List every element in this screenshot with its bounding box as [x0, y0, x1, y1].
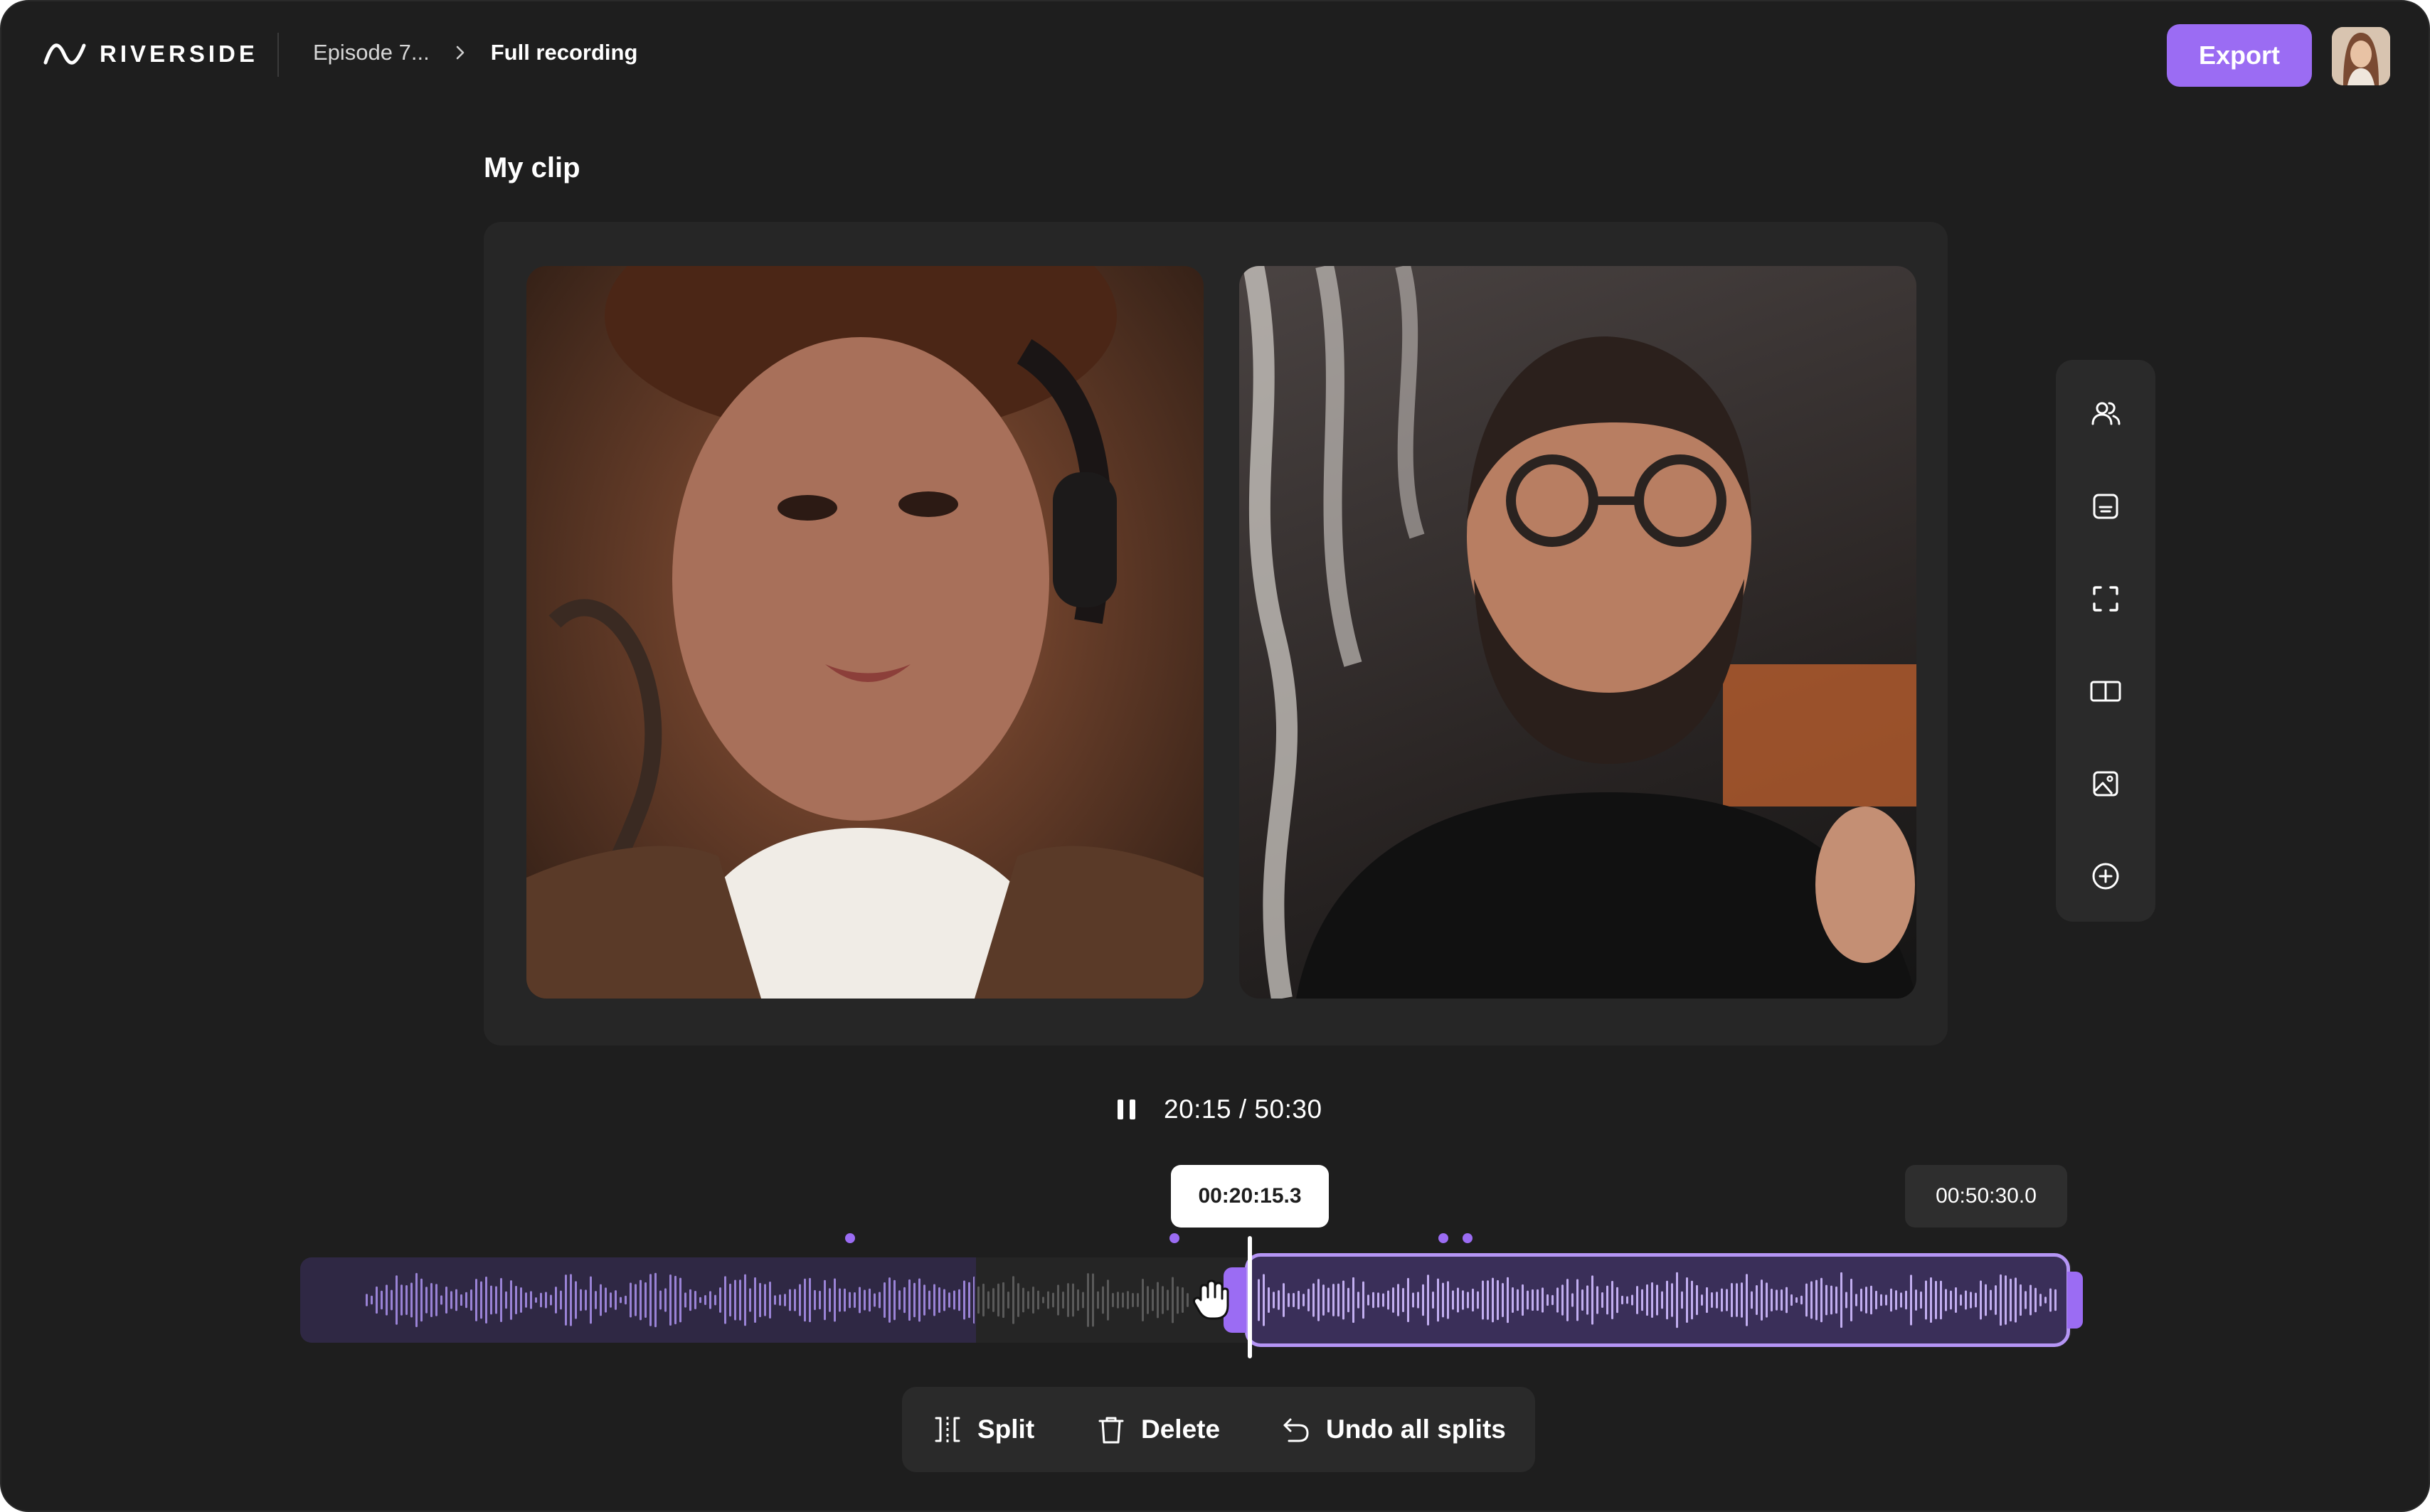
playback-time: 20:15 / 50:30 — [1164, 1095, 1322, 1124]
captions-tool-button[interactable] — [2077, 478, 2134, 535]
breadcrumb-current: Full recording — [490, 40, 638, 65]
participant-video-2[interactable] — [1239, 266, 1916, 999]
grab-cursor-icon — [1191, 1277, 1233, 1323]
undo-icon — [1283, 1418, 1309, 1442]
wave-logo-icon — [43, 43, 86, 65]
participants-tool-button[interactable] — [2077, 385, 2134, 442]
participant-video-1[interactable] — [526, 266, 1204, 999]
app-window: RIVERSIDE Episode 7... Full recording Ex… — [0, 0, 2430, 1512]
audio-waveform-inactive — [977, 1272, 1191, 1329]
pause-button[interactable] — [1111, 1094, 1142, 1125]
participants-icon — [2091, 402, 2121, 425]
layout-tool-button[interactable] — [2077, 663, 2134, 720]
playhead[interactable] — [1248, 1236, 1252, 1358]
captions-icon — [2093, 494, 2118, 519]
timeline-marker[interactable] — [845, 1233, 855, 1243]
brand-name: RIVERSIDE — [100, 41, 258, 67]
pause-icon — [1118, 1100, 1135, 1119]
avatar[interactable] — [2332, 27, 2390, 85]
trim-handle-right[interactable] — [2067, 1272, 2083, 1329]
top-bar: RIVERSIDE Episode 7... Full recording Ex… — [1, 1, 2429, 108]
timeline-marker[interactable] — [1463, 1233, 1473, 1243]
tool-panel — [2056, 360, 2155, 922]
timeline-marker[interactable] — [1169, 1233, 1179, 1243]
breadcrumb: Episode 7... Full recording — [313, 40, 637, 65]
add-tool-button[interactable] — [2077, 848, 2134, 905]
header-divider — [277, 33, 279, 77]
fullscreen-tool-button[interactable] — [2077, 570, 2134, 627]
split-icon — [935, 1417, 960, 1442]
split-button[interactable]: Split — [930, 1408, 1034, 1451]
undo-label: Undo all splits — [1326, 1415, 1506, 1444]
export-button[interactable]: Export — [2167, 24, 2312, 87]
timeline-actions: Split Delete Undo all splits — [902, 1387, 1535, 1472]
current-timestamp: 00:20:15.3 — [1171, 1165, 1329, 1228]
end-timestamp: 00:50:30.0 — [1905, 1165, 2067, 1228]
video-stage — [484, 222, 1948, 1045]
image-icon — [2093, 771, 2118, 797]
delete-button[interactable]: Delete — [1094, 1408, 1220, 1451]
delete-label: Delete — [1141, 1415, 1221, 1444]
breadcrumb-episode[interactable]: Episode 7... — [313, 40, 430, 65]
trash-icon — [1098, 1417, 1124, 1444]
fullscreen-icon — [2093, 586, 2118, 612]
audio-waveform — [1258, 1272, 2059, 1329]
split-label: Split — [977, 1415, 1035, 1444]
timeline-marker[interactable] — [1438, 1233, 1448, 1243]
clip-title: My clip — [484, 152, 580, 183]
add-icon — [2092, 863, 2119, 890]
audio-waveform — [366, 1272, 975, 1329]
layout-icon — [2090, 681, 2121, 702]
undo-splits-button[interactable]: Undo all splits — [1279, 1408, 1506, 1451]
playback-controls: 20:15 / 50:30 — [1111, 1094, 1322, 1125]
image-tool-button[interactable] — [2077, 755, 2134, 812]
chevron-right-icon — [452, 45, 468, 60]
riverside-logo[interactable]: RIVERSIDE — [43, 38, 258, 70]
